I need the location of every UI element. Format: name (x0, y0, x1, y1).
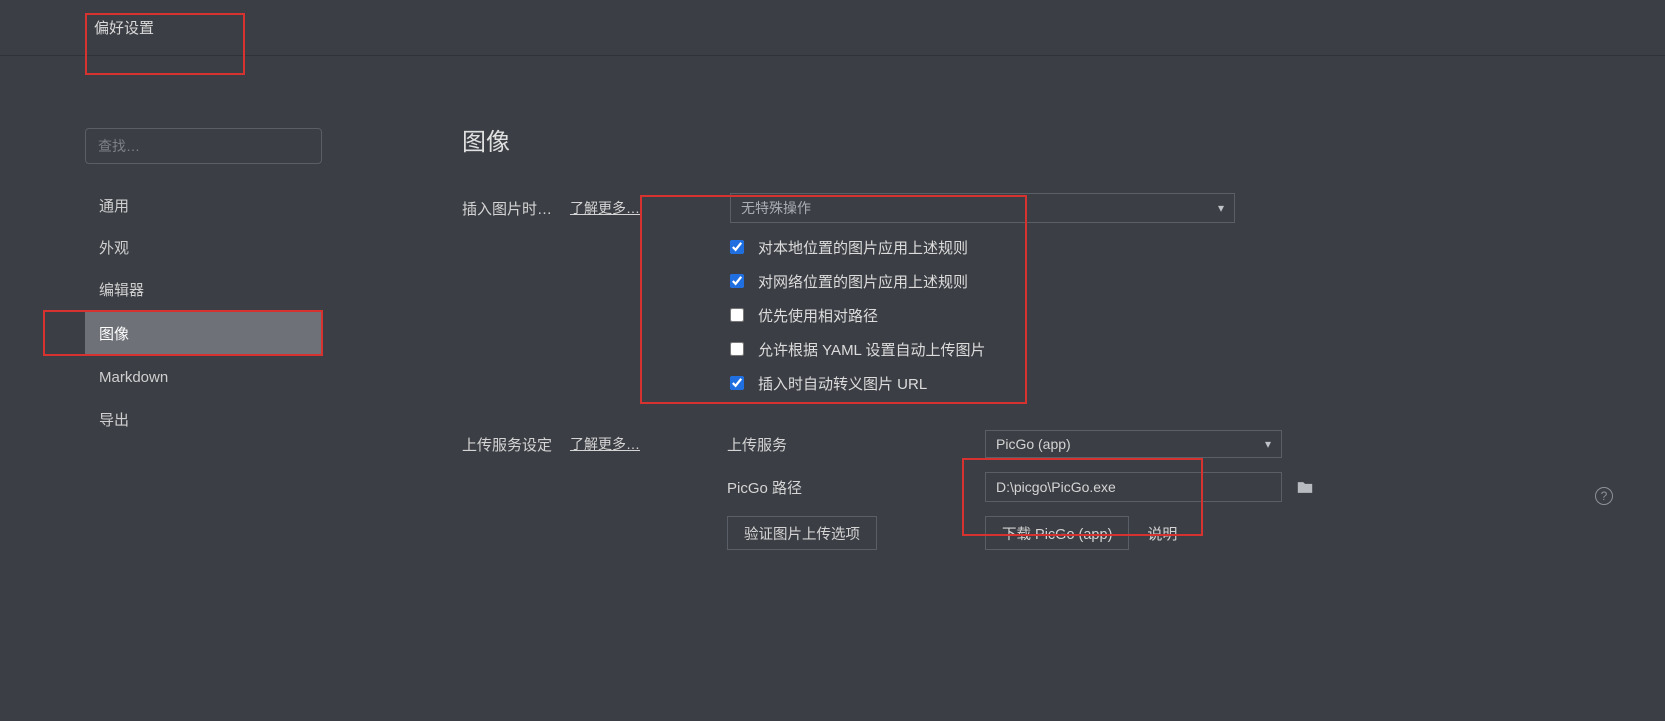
checkbox-apply-local-input[interactable] (730, 240, 744, 254)
checkbox-escape-url[interactable]: 插入时自动转义图片 URL (730, 366, 1025, 400)
sidebar-item-general[interactable]: 通用 (85, 184, 325, 226)
checkbox-prefer-relative-input[interactable] (730, 308, 744, 322)
insert-image-row: 插入图片时… 了解更多… 无特殊操作 ▾ (462, 193, 1625, 223)
checkbox-yaml-auto-upload[interactable]: 允许根据 YAML 设置自动上传图片 (730, 332, 1025, 366)
verify-upload-button[interactable]: 验证图片上传选项 (727, 516, 877, 550)
upload-service-value: PicGo (app) (996, 436, 1071, 452)
checkbox-apply-network[interactable]: 对网络位置的图片应用上述规则 (730, 264, 1025, 298)
checkbox-label: 优先使用相对路径 (758, 305, 878, 326)
checkbox-yaml-auto-upload-input[interactable] (730, 342, 744, 356)
content-area: 图像 插入图片时… 了解更多… 无特殊操作 ▾ ? (462, 122, 1625, 233)
sidebar-item-image[interactable]: 图像 (85, 312, 321, 354)
section-heading-image: 图像 (462, 122, 1625, 157)
checkbox-apply-local[interactable]: 对本地位置的图片应用上述规则 (730, 230, 1025, 264)
sidebar: 通用 外观 编辑器 图像 Markdown 导出 (85, 128, 325, 440)
sidebar-item-label: 外观 (99, 237, 129, 258)
download-picgo-button[interactable]: 下载 PicGo (app) (985, 516, 1129, 550)
upload-section: 上传服务设定 了解更多… 上传服务 PicGo (app) ▾ PicGo 路径… (462, 430, 1625, 564)
button-label: 下载 PicGo (app) (1002, 523, 1112, 544)
upload-service-select[interactable]: PicGo (app) ▾ (985, 430, 1282, 458)
upload-heading: 上传服务设定 (462, 434, 570, 455)
sidebar-item-label: 通用 (99, 195, 129, 216)
checkbox-label: 允许根据 YAML 设置自动上传图片 (758, 339, 986, 360)
insert-label: 插入图片时… (462, 198, 570, 219)
button-label: 验证图片上传选项 (744, 523, 860, 544)
chevron-down-icon: ▾ (1218, 201, 1224, 215)
upload-service-row: 上传服务设定 了解更多… 上传服务 PicGo (app) ▾ (462, 430, 1625, 458)
sidebar-item-export[interactable]: 导出 (85, 398, 325, 440)
picgo-path-label: PicGo 路径 (727, 477, 985, 498)
search-input[interactable] (85, 128, 322, 164)
window-title: 偏好设置 (85, 13, 245, 75)
sidebar-item-appearance[interactable]: 外观 (85, 226, 325, 268)
window-title-text: 偏好设置 (94, 20, 154, 37)
checkbox-prefer-relative[interactable]: 优先使用相对路径 (730, 298, 1025, 332)
folder-icon[interactable] (1296, 480, 1314, 495)
checkbox-apply-network-input[interactable] (730, 274, 744, 288)
checkbox-label: 插入时自动转义图片 URL (758, 373, 927, 394)
picgo-path-input[interactable] (985, 472, 1282, 502)
sidebar-item-label: 编辑器 (99, 279, 144, 300)
sidebar-item-markdown[interactable]: Markdown (85, 356, 325, 398)
sidebar-item-label: Markdown (99, 369, 168, 386)
picgo-path-row: PicGo 路径 (462, 472, 1625, 502)
manual-link[interactable]: 说明 (1147, 523, 1177, 544)
sidebar-item-editor[interactable]: 编辑器 (85, 268, 325, 310)
sidebar-item-label: 导出 (99, 409, 129, 430)
checkbox-label: 对网络位置的图片应用上述规则 (758, 271, 968, 292)
upload-buttons-row: 验证图片上传选项 下载 PicGo (app) 说明 (462, 516, 1625, 550)
checkbox-label: 对本地位置的图片应用上述规则 (758, 237, 968, 258)
checkbox-escape-url-input[interactable] (730, 376, 744, 390)
chevron-down-icon: ▾ (1265, 437, 1271, 451)
upload-learn-more-link[interactable]: 了解更多… (570, 434, 640, 454)
insert-learn-more-link[interactable]: 了解更多… (570, 198, 640, 218)
checkbox-highlight-frame: 对本地位置的图片应用上述规则 对网络位置的图片应用上述规则 优先使用相对路径 允… (640, 195, 1027, 404)
sidebar-item-image-highlight: 图像 (43, 310, 323, 356)
upload-service-label: 上传服务 (727, 434, 985, 455)
titlebar (0, 0, 1665, 56)
sidebar-item-label: 图像 (99, 323, 129, 344)
